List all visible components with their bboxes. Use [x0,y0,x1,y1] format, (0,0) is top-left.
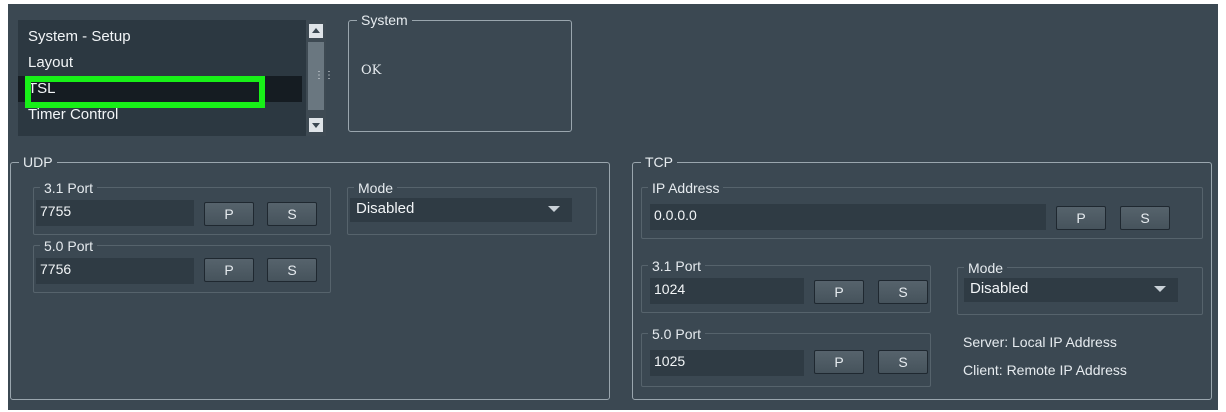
udp-port50-field[interactable]: 7756 [36,258,194,284]
tcp-ip-legend: IP Address [648,179,724,197]
scroll-grip-icon: ⋮⋮ [314,70,334,81]
nav-item-layout[interactable]: Layout [18,50,302,76]
tcp-legend: TCP [641,153,677,171]
tcp-mode-value: Disabled [970,280,1029,297]
tcp-server-note: Server: Local IP Address [963,334,1117,350]
udp-port31-field[interactable]: 7755 [36,200,194,226]
tcp-port50-legend: 5.0 Port [648,325,706,343]
udp-port31-legend: 3.1 Port [40,179,98,197]
udp-mode-select[interactable]: Disabled [350,198,572,222]
udp-group: UDP 3.1 Port 7755 P S 5.0 Port 7756 P S … [10,153,610,400]
tcp-mode-group: Mode Disabled [957,259,1203,315]
dropdown-caret-icon [1154,286,1166,292]
udp-mode-group: Mode Disabled [347,179,597,235]
tcp-port31-legend: 3.1 Port [648,257,706,275]
tcp-port31-group: 3.1 Port 1024 P S [641,257,931,313]
udp-legend: UDP [19,153,57,171]
scrollbar-thumb[interactable]: ⋮⋮ [308,42,334,110]
tcp-mode-select[interactable]: Disabled [964,278,1178,302]
scroll-down-icon[interactable] [309,118,323,132]
tcp-group: TCP IP Address 0.0.0.0 P S 3.1 Port 1024… [632,153,1212,400]
udp-mode-legend: Mode [354,179,398,197]
udp-port31-p-button[interactable]: P [204,202,254,226]
udp-port50-legend: 5.0 Port [40,237,98,255]
tcp-port50-p-button[interactable]: P [814,350,864,374]
dropdown-caret-icon [548,206,560,212]
tcp-ip-field[interactable]: 0.0.0.0 [650,204,1046,230]
tcp-mode-legend: Mode [964,259,1008,277]
udp-port50-s-button[interactable]: S [267,258,317,282]
tsl-config-panel: System - Setup Layout TSL Timer Control … [8,4,1218,410]
screenshot-frame: System - Setup Layout TSL Timer Control … [0,0,1226,412]
udp-port31-group: 3.1 Port 7755 P S [33,179,331,235]
tcp-port31-s-button[interactable]: S [878,280,928,304]
tcp-ip-group: IP Address 0.0.0.0 P S [641,179,1203,239]
tcp-port31-field[interactable]: 1024 [650,278,804,304]
udp-port50-group: 5.0 Port 7756 P S [33,237,331,293]
system-group: System OK [348,11,572,132]
udp-port50-p-button[interactable]: P [204,258,254,282]
tcp-ip-s-button[interactable]: S [1120,206,1170,230]
tcp-port50-group: 5.0 Port 1025 P S [641,325,931,387]
tcp-port31-p-button[interactable]: P [814,280,864,304]
system-legend: System [357,11,412,29]
nav-list-scrollbar[interactable]: ⋮⋮ [306,20,334,136]
tcp-port50-s-button[interactable]: S [878,350,928,374]
scroll-up-icon[interactable] [309,24,323,38]
tcp-client-note: Client: Remote IP Address [963,362,1127,378]
udp-port31-s-button[interactable]: S [267,202,317,226]
tcp-port50-field[interactable]: 1025 [650,350,804,376]
tcp-ip-p-button[interactable]: P [1056,206,1106,230]
udp-mode-value: Disabled [356,200,415,217]
tsl-highlight-box [25,76,265,108]
nav-item-system-setup[interactable]: System - Setup [18,24,302,50]
system-status: OK [361,63,382,78]
